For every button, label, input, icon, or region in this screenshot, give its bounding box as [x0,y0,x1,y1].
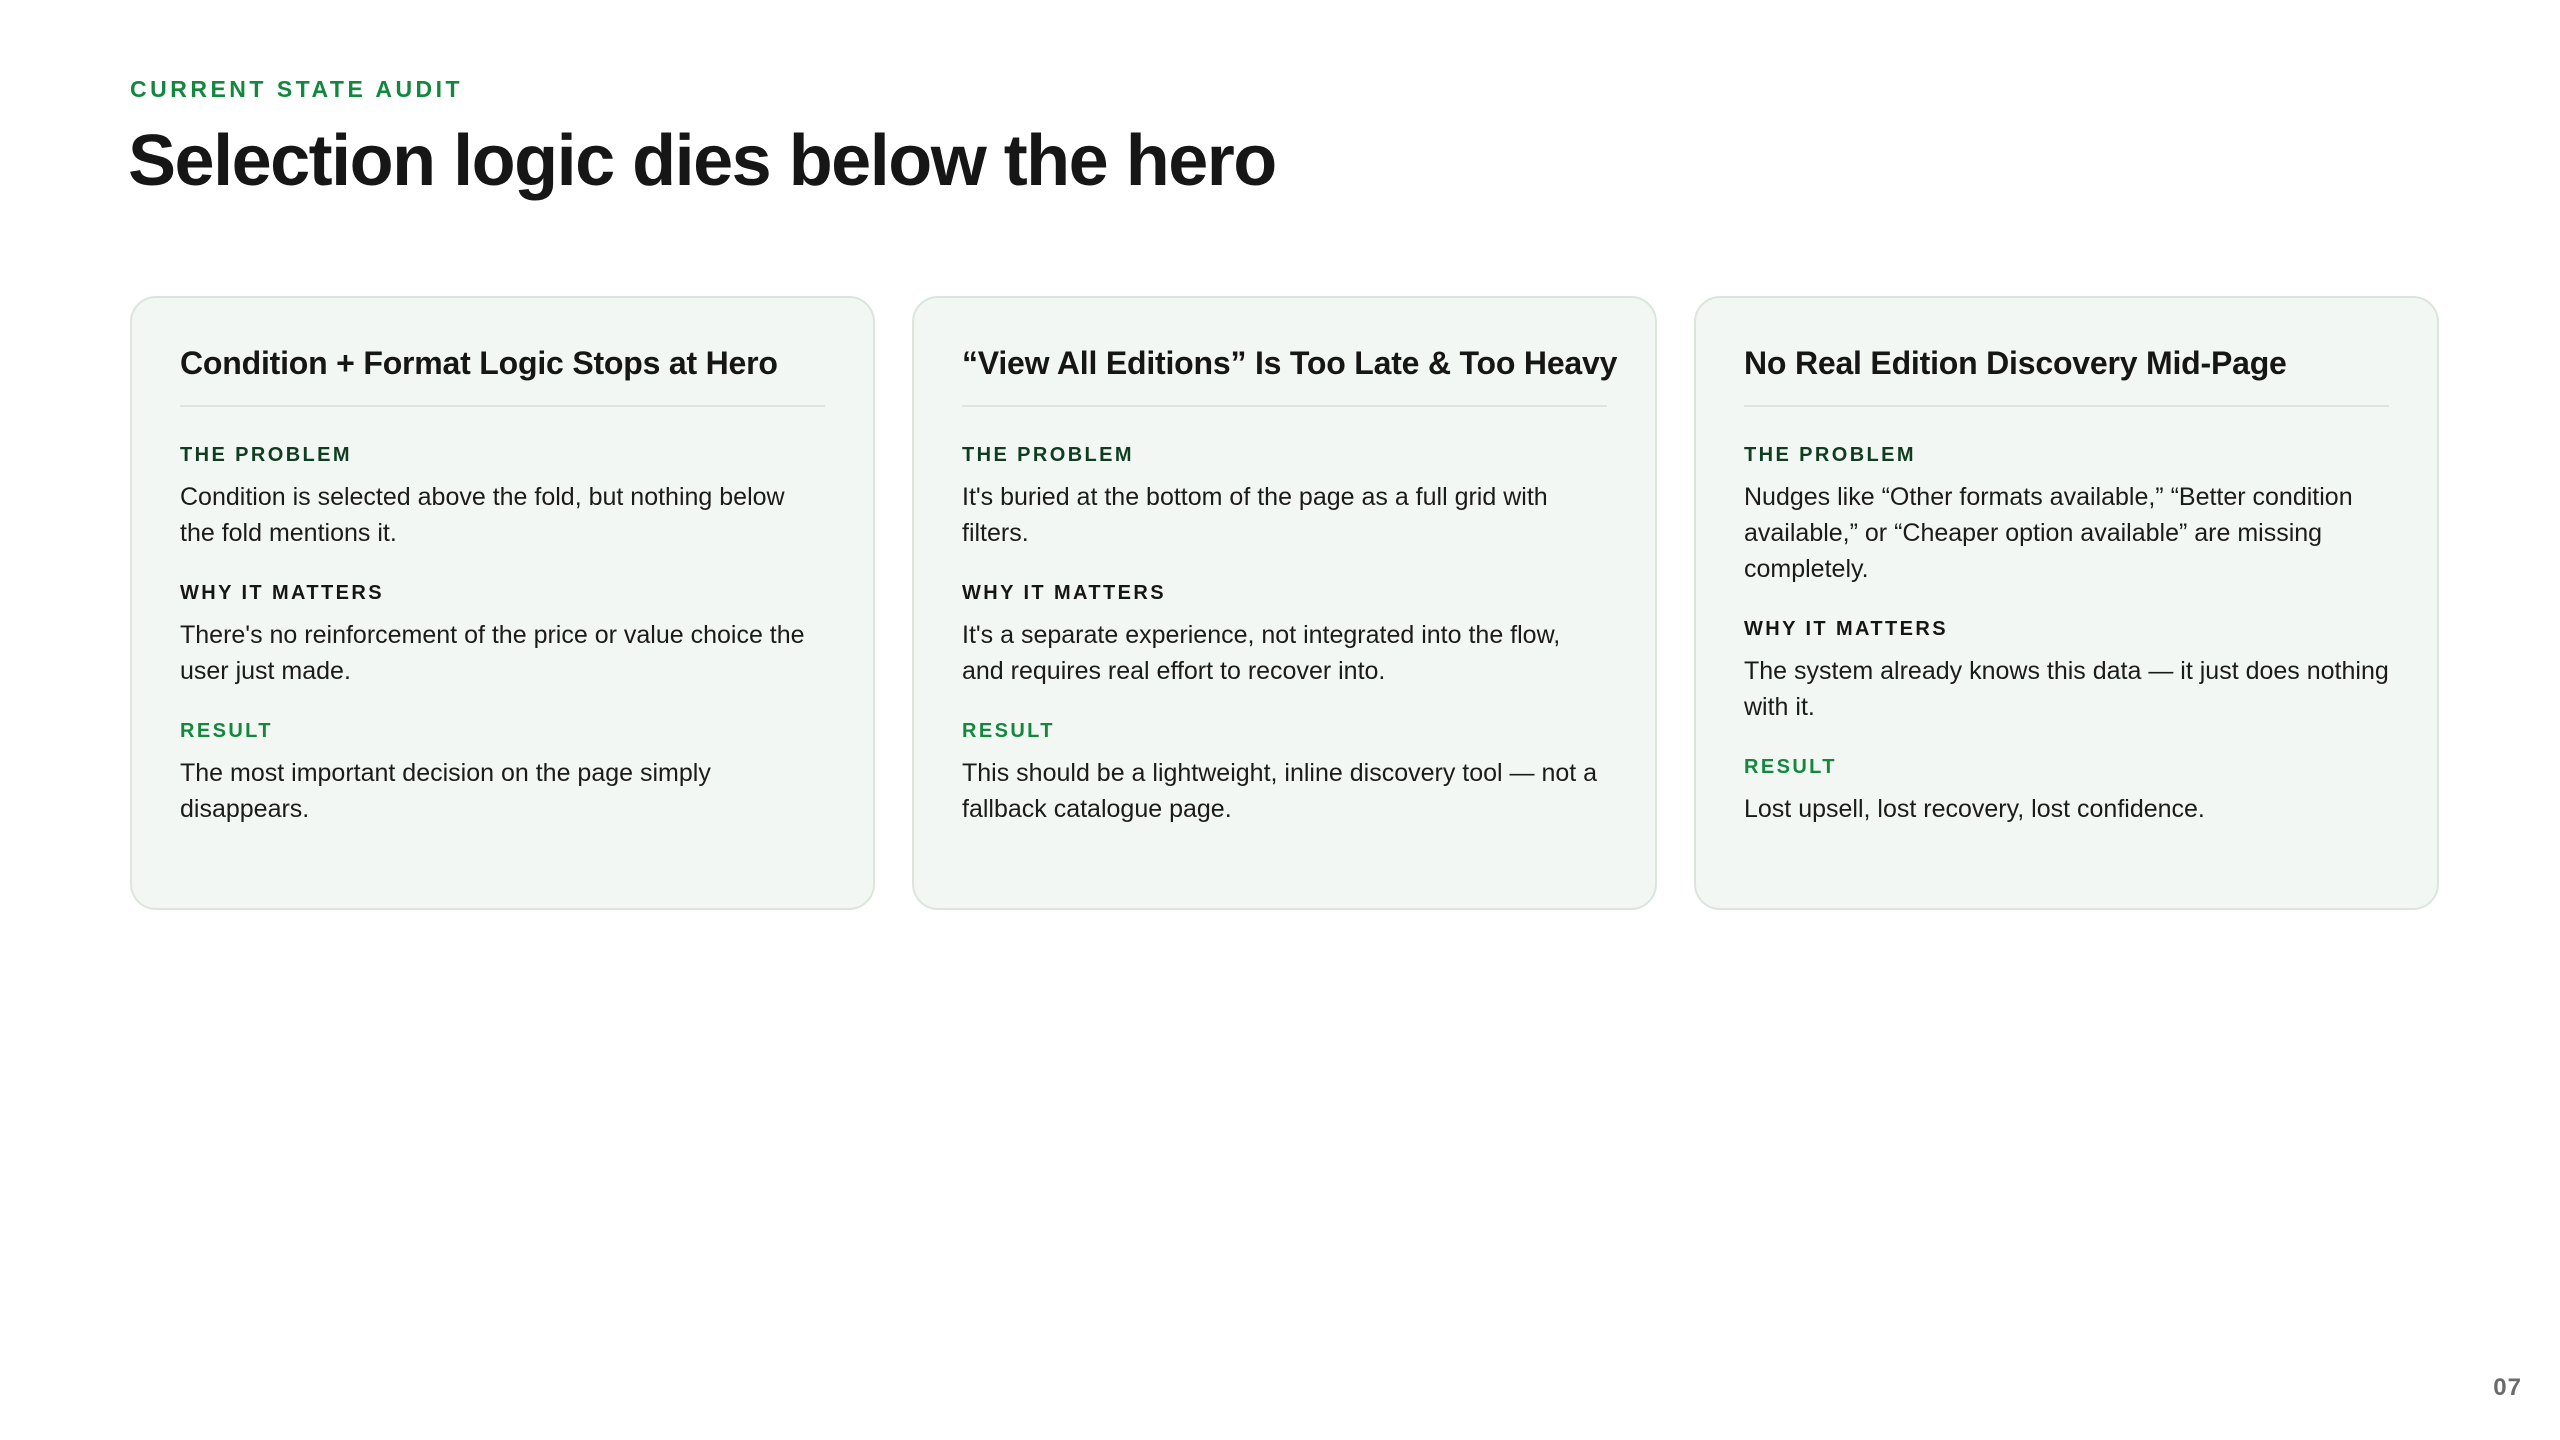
result-label: RESULT [180,719,273,742]
slide: CURRENT STATE AUDIT Selection logic dies… [0,0,2560,1440]
page-title: Selection logic dies below the hero [128,121,1277,201]
matters-section: WHY IT MATTERS There's no reinforcement … [180,583,825,689]
result-section: RESULT The most important decision on th… [180,721,825,827]
matters-label: WHY IT MATTERS [962,581,1166,604]
cards-row: Condition + Format Logic Stops at Hero T… [130,296,2440,910]
card-view-all-editions: “View All Editions” Is Too Late & Too He… [912,296,1657,910]
matters-text: There's no reinforcement of the price or… [180,620,805,685]
card-condition-format: Condition + Format Logic Stops at Hero T… [130,296,875,910]
problem-section: THE PROBLEM Nudges like “Other formats a… [1744,445,2389,587]
result-text: This should be a lightweight, inline dis… [962,758,1598,823]
card-title: “View All Editions” Is Too Late & Too He… [962,343,1617,407]
page-number: 07 [2493,1374,2522,1401]
problem-label: THE PROBLEM [962,443,1134,466]
eyebrow-label: CURRENT STATE AUDIT [130,76,464,102]
problem-text: It's buried at the bottom of the page as… [962,482,1548,547]
problem-label: THE PROBLEM [180,443,352,466]
card-title: Condition + Format Logic Stops at Hero [180,343,825,407]
problem-section: THE PROBLEM It's buried at the bottom of… [962,445,1607,551]
matters-label: WHY IT MATTERS [1744,617,1948,640]
problem-label: THE PROBLEM [1744,443,1916,466]
result-text: The most important decision on the page … [180,758,711,823]
result-section: RESULT Lost upsell, lost recovery, lost … [1744,757,2389,827]
result-text: Lost upsell, lost recovery, lost confide… [1744,794,2205,823]
matters-label: WHY IT MATTERS [180,581,384,604]
result-label: RESULT [1744,755,1837,778]
matters-text: It's a separate experience, not integrat… [962,620,1561,685]
card-edition-discovery: No Real Edition Discovery Mid-Page THE P… [1694,296,2439,910]
result-label: RESULT [962,719,1055,742]
problem-text: Nudges like “Other formats available,” “… [1744,482,2353,583]
problem-text: Condition is selected above the fold, bu… [180,482,785,547]
result-section: RESULT This should be a lightweight, inl… [962,721,1607,827]
matters-section: WHY IT MATTERS The system already knows … [1744,619,2389,725]
problem-section: THE PROBLEM Condition is selected above … [180,445,825,551]
card-title: No Real Edition Discovery Mid-Page [1744,343,2389,407]
matters-section: WHY IT MATTERS It's a separate experienc… [962,583,1607,689]
matters-text: The system already knows this data — it … [1744,656,2389,721]
